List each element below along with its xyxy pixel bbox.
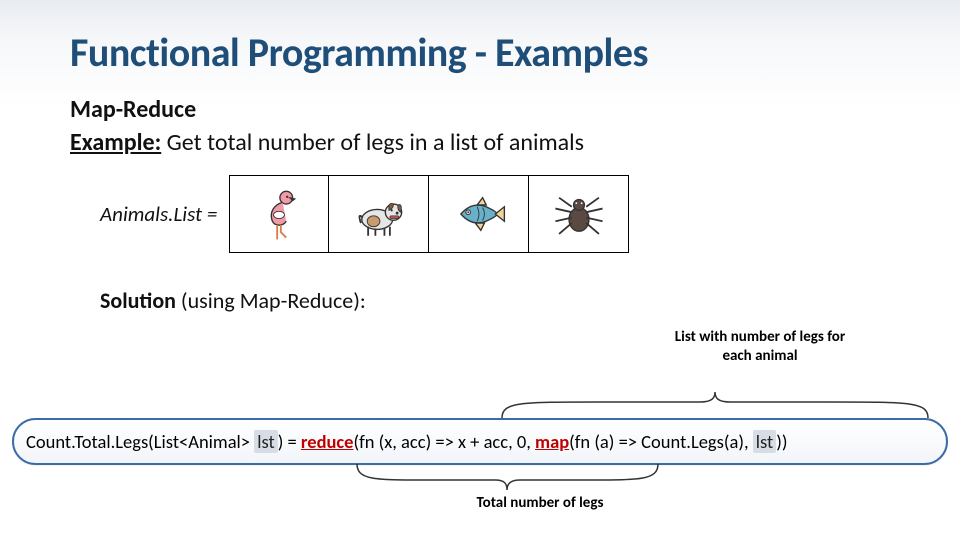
annotation-right: List with number of legs foreach animal <box>650 328 870 366</box>
fish-icon <box>450 185 508 243</box>
brace-top <box>500 390 930 420</box>
keyword-map: map <box>535 430 569 453</box>
slide-title: Functional Programming - Examples <box>70 28 890 77</box>
solution-label: Solution <box>100 287 176 314</box>
param-lst-1: lst <box>254 430 277 453</box>
example-label: Example: <box>70 128 161 157</box>
animal-cell-fish <box>429 175 529 253</box>
example-text: Get total number of legs in a list of an… <box>161 128 584 157</box>
brace-bottom <box>355 462 660 492</box>
animal-cell-flamingo <box>229 175 329 253</box>
slide-subtitle: Map-Reduce <box>70 95 890 124</box>
solution-suffix: (using Map-Reduce): <box>176 287 366 314</box>
param-lst-2: lst <box>753 430 776 453</box>
animals-row: Animals.List = <box>100 175 890 253</box>
spider-icon <box>550 185 608 243</box>
solution-line: Solution (using Map-Reduce): <box>100 287 890 314</box>
animals-label: Animals.List = <box>100 201 217 227</box>
code-expression: Count.Total.Legs(List<Animal> lst) = red… <box>12 418 948 465</box>
annotation-bottom: Total number of legs <box>477 494 604 512</box>
example-line: Example: Get total number of legs in a l… <box>70 128 890 157</box>
keyword-reduce: reduce <box>301 430 354 453</box>
animals-grid <box>229 175 629 253</box>
animal-cell-spider <box>529 175 629 253</box>
animal-cell-dog <box>329 175 429 253</box>
dog-icon <box>350 185 408 243</box>
flamingo-icon <box>250 185 308 243</box>
